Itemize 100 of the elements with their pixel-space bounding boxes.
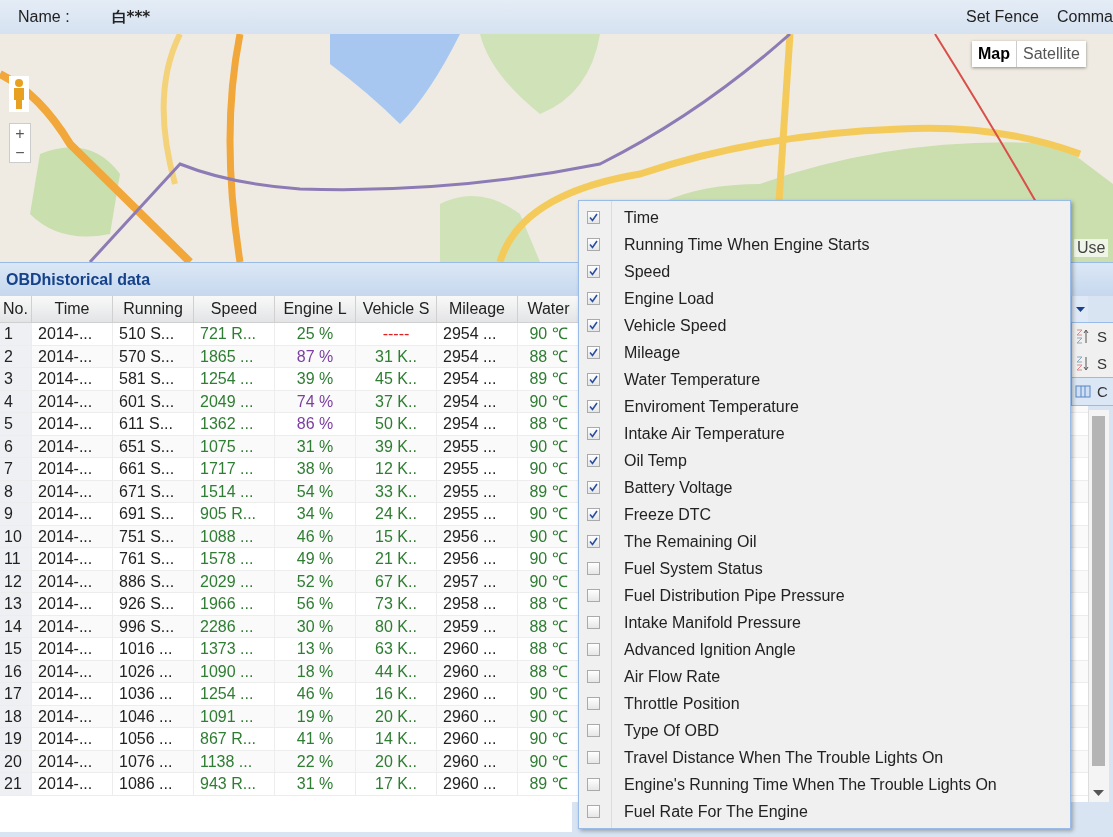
menu-item[interactable]: Advanced Ignition Angle (579, 636, 1070, 663)
table-cell: 1056 ... (113, 728, 194, 750)
table-cell: 2014-... (32, 750, 113, 772)
checkbox[interactable] (587, 400, 600, 413)
table-cell: 671 S... (113, 480, 194, 502)
checkbox[interactable] (587, 481, 600, 494)
checkbox[interactable] (587, 373, 600, 386)
row-number: 10 (0, 525, 32, 547)
checkbox[interactable] (587, 535, 600, 548)
row-number: 1 (0, 323, 32, 345)
checkbox[interactable] (587, 616, 600, 629)
table-cell: 661 S... (113, 458, 194, 480)
table-cell: 20 K.. (356, 705, 437, 727)
menu-item[interactable]: Type Of OBD (579, 717, 1070, 744)
menu-item[interactable]: S (1072, 323, 1113, 350)
row-number: 18 (0, 705, 32, 727)
checkbox[interactable] (587, 562, 600, 575)
table-cell: 13 % (275, 638, 356, 660)
checkbox[interactable] (587, 751, 600, 764)
column-header[interactable]: No. (0, 296, 32, 322)
menu-item[interactable]: The Remaining Oil (579, 528, 1070, 555)
column-header[interactable]: Running (113, 296, 194, 322)
table-cell: 2014-... (32, 503, 113, 525)
table-cell: 2014-... (32, 593, 113, 615)
table-cell: 44 K.. (356, 660, 437, 682)
checkbox[interactable] (587, 265, 600, 278)
menu-item[interactable]: Engine's Running Time When The Trouble Lights On (579, 771, 1070, 798)
table-cell: 2014-... (32, 480, 113, 502)
scrollbar[interactable] (1088, 410, 1109, 802)
menu-item[interactable]: Intake Air Temperature (579, 420, 1070, 447)
terms-link[interactable]: Use (1074, 239, 1109, 257)
checkbox[interactable] (587, 670, 600, 683)
menu-item[interactable]: Battery Voltage (579, 474, 1070, 501)
menu-item[interactable]: Throttle Position (579, 690, 1070, 717)
map-type-tab[interactable]: Satellite (1016, 41, 1086, 67)
checkbox[interactable] (587, 319, 600, 332)
menu-item[interactable]: C (1072, 377, 1113, 405)
row-number: 11 (0, 548, 32, 570)
zoom-in-button[interactable]: + (10, 124, 30, 143)
menu-item[interactable]: Engine Load (579, 285, 1070, 312)
table-cell: 2014-... (32, 345, 113, 367)
checkbox[interactable] (587, 778, 600, 791)
row-number: 6 (0, 435, 32, 457)
column-menu-trigger[interactable] (1071, 296, 1088, 322)
checkbox[interactable] (587, 805, 600, 818)
checkbox[interactable] (587, 454, 600, 467)
zoom-out-button[interactable]: − (10, 143, 30, 162)
row-number: 15 (0, 638, 32, 660)
table-cell: 2955 ... (437, 503, 518, 525)
menu-item[interactable]: Fuel System Status (579, 555, 1070, 582)
column-header[interactable]: Speed (194, 296, 275, 322)
checkbox[interactable] (587, 238, 600, 251)
table-cell: 33 K.. (356, 480, 437, 502)
table-cell: 905 R... (194, 503, 275, 525)
table-cell: 56 % (275, 593, 356, 615)
menu-item[interactable]: Water Temperature (579, 366, 1070, 393)
table-cell: 691 S... (113, 503, 194, 525)
checkbox[interactable] (587, 211, 600, 224)
checkbox[interactable] (587, 589, 600, 602)
map-type-tab[interactable]: Map (972, 41, 1016, 67)
menu-item[interactable]: Speed (579, 258, 1070, 285)
table-cell: 1090 ... (194, 660, 275, 682)
table-cell: 2955 ... (437, 435, 518, 457)
table-cell: 46 % (275, 683, 356, 705)
menu-item[interactable]: Enviroment Temperature (579, 393, 1070, 420)
column-header[interactable]: Mileage (437, 296, 518, 322)
menu-item[interactable]: Time (579, 204, 1070, 231)
table-cell: 52 % (275, 570, 356, 592)
menu-item[interactable]: Fuel Rate For The Engine (579, 798, 1070, 825)
table-cell: 46 % (275, 525, 356, 547)
sort-descending-icon (1075, 355, 1091, 372)
table-cell: 1026 ... (113, 660, 194, 682)
menu-item[interactable]: Air Flow Rate (579, 663, 1070, 690)
menu-item[interactable]: S (1072, 350, 1113, 377)
toolbar-link[interactable]: Comma (1057, 8, 1113, 26)
menu-item[interactable]: Running Time When Engine Starts (579, 231, 1070, 258)
checkbox[interactable] (587, 697, 600, 710)
checkbox[interactable] (587, 724, 600, 737)
column-header[interactable]: Time (32, 296, 113, 322)
checkbox[interactable] (587, 346, 600, 359)
menu-item[interactable]: Freeze DTC (579, 501, 1070, 528)
checkbox[interactable] (587, 427, 600, 440)
menu-item[interactable]: Vehicle Speed (579, 312, 1070, 339)
checkbox[interactable] (587, 643, 600, 656)
scroll-down-icon[interactable] (1093, 790, 1104, 796)
checkbox[interactable] (587, 508, 600, 521)
checkbox[interactable] (587, 292, 600, 305)
table-cell: 1075 ... (194, 435, 275, 457)
menu-item[interactable]: Fuel Distribution Pipe Pressure (579, 582, 1070, 609)
table-cell: 1254 ... (194, 368, 275, 390)
row-number: 17 (0, 683, 32, 705)
table-cell: 18 % (275, 660, 356, 682)
column-header[interactable]: Engine L (275, 296, 356, 322)
column-header[interactable]: Vehicle S (356, 296, 437, 322)
toolbar-link[interactable]: Set Fence (966, 8, 1039, 26)
menu-item[interactable]: Mileage (579, 339, 1070, 366)
table-cell: 1076 ... (113, 750, 194, 772)
menu-item[interactable]: Travel Distance When The Trouble Lights On (579, 744, 1070, 771)
menu-item[interactable]: Oil Temp (579, 447, 1070, 474)
menu-item[interactable]: Intake Manifold Pressure (579, 609, 1070, 636)
